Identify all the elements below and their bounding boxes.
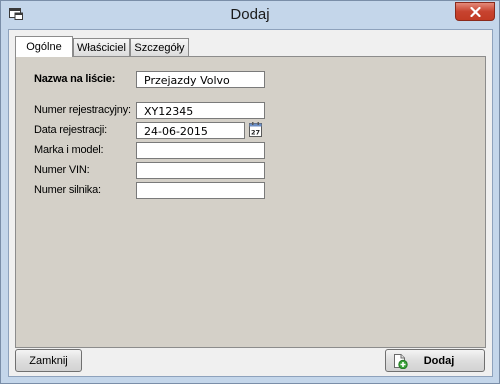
tab-owner[interactable]: Właściciel bbox=[73, 38, 130, 56]
vin-label: Numer VIN: bbox=[34, 164, 90, 176]
registration-date-label: Data rejestracji: bbox=[34, 124, 108, 136]
close-window-button[interactable] bbox=[455, 2, 495, 21]
title-bar[interactable]: Dodaj bbox=[1, 1, 499, 29]
name-input[interactable]: Przejazdy Volvo bbox=[136, 71, 265, 88]
close-button-label: Zamknij bbox=[29, 354, 68, 367]
dialog-window: Dodaj Ogólne Właściciel Szczegóły Nazwa … bbox=[0, 0, 500, 384]
add-button[interactable]: Dodaj bbox=[385, 349, 485, 372]
add-button-label: Dodaj bbox=[423, 354, 455, 367]
tab-general-label: Ogólne bbox=[26, 41, 62, 53]
calendar-icon[interactable]: 27 bbox=[249, 122, 262, 137]
registration-date-input[interactable]: 24-06-2015 bbox=[136, 122, 245, 139]
registration-number-label: Numer rejestracyjny: bbox=[34, 104, 131, 116]
dialog-client-area: Ogólne Właściciel Szczegóły Nazwa na liś… bbox=[8, 29, 493, 377]
calendar-day-text: 27 bbox=[251, 129, 260, 137]
make-model-input[interactable] bbox=[136, 142, 265, 159]
engine-number-label: Numer silnika: bbox=[34, 184, 101, 196]
engine-number-input[interactable] bbox=[136, 182, 265, 199]
close-icon bbox=[469, 6, 481, 17]
vin-input[interactable] bbox=[136, 162, 265, 179]
add-document-icon bbox=[394, 354, 408, 369]
tab-owner-label: Właściciel bbox=[77, 41, 126, 54]
registration-number-input[interactable]: XY12345 bbox=[136, 102, 265, 119]
window-title: Dodaj bbox=[230, 6, 270, 23]
tab-details-label: Szczegóły bbox=[134, 41, 185, 54]
tab-details[interactable]: Szczegóły bbox=[130, 38, 189, 56]
tab-panel-general: Nazwa na liście: Przejazdy Volvo Numer r… bbox=[15, 56, 486, 348]
name-label: Nazwa na liście: bbox=[34, 73, 116, 85]
close-button[interactable]: Zamknij bbox=[15, 349, 82, 372]
tab-general[interactable]: Ogólne bbox=[15, 36, 73, 57]
make-model-label: Marka i model: bbox=[34, 144, 104, 156]
